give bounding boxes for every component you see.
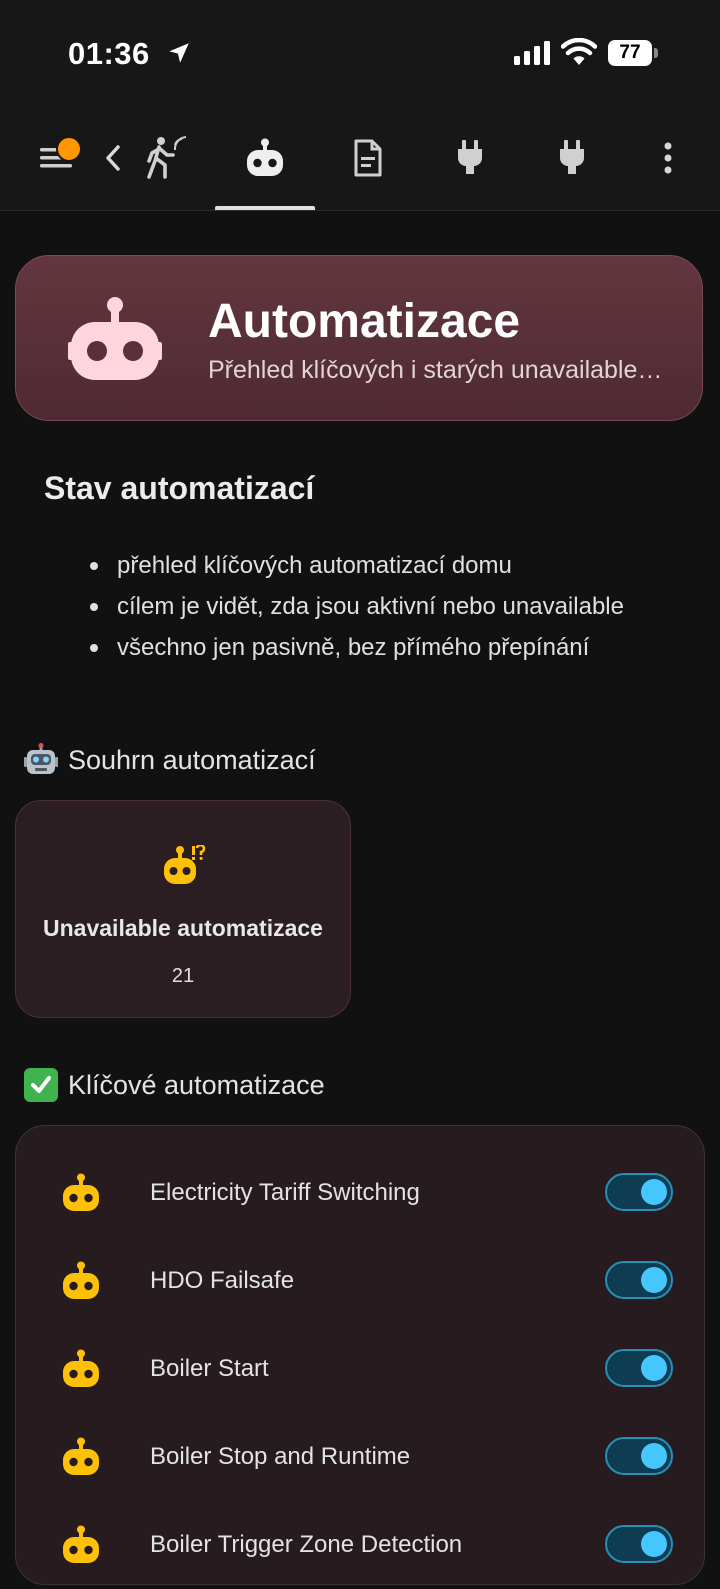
robot-icon: [63, 1525, 99, 1563]
automation-toggle[interactable]: [605, 1261, 673, 1299]
notification-badge: [56, 136, 82, 162]
robot-icon: [63, 1261, 99, 1299]
robot-icon: [63, 1437, 99, 1475]
plug-icon: [458, 139, 482, 174]
tile-name: Unavailable automatizace: [43, 915, 323, 941]
automations-entities-card: Electricity Tariff Switching HDO Failsaf…: [15, 1125, 705, 1585]
plug-icon: [560, 139, 584, 174]
automation-row[interactable]: HDO Failsafe: [16, 1237, 706, 1325]
tab-documents[interactable]: [318, 105, 418, 210]
tab-presence[interactable]: [116, 105, 216, 210]
cellular-signal-icon: [514, 41, 550, 65]
list-item: všechno jen pasivně, bez přímého přepíná…: [88, 627, 624, 668]
automation-toggle[interactable]: [605, 1525, 673, 1563]
automation-name: HDO Failsafe: [150, 1267, 295, 1294]
status-time: 01:36: [68, 36, 150, 71]
tile-value: 21: [171, 965, 195, 987]
automation-row[interactable]: Electricity Tariff Switching: [16, 1149, 706, 1237]
automation-toggle[interactable]: [605, 1437, 673, 1475]
robot-icon: [68, 297, 162, 380]
robot-icon: [63, 1173, 99, 1211]
key-automations-heading: Klíčové automatizace: [24, 1068, 325, 1102]
tab-energy-2[interactable]: [522, 105, 622, 210]
tab-automations[interactable]: [215, 105, 315, 210]
key-automations-heading-text: Klíčové automatizace: [68, 1069, 325, 1100]
summary-heading-text: Souhrn automatizací: [68, 744, 316, 775]
robot-emoji-icon: [24, 743, 58, 774]
section-title: Stav automatizací: [44, 470, 315, 506]
wifi-icon: [561, 38, 597, 65]
page-title: Automatizace: [208, 295, 521, 348]
summary-heading: Souhrn automatizací: [24, 743, 316, 777]
automation-row[interactable]: Boiler Trigger Zone Detection: [16, 1501, 706, 1589]
info-list: přehled klíčových automatizací domu cíle…: [88, 545, 624, 668]
robot-alert-icon: [164, 845, 206, 884]
status-bar: 01:36 77: [0, 0, 720, 105]
document-icon: [354, 139, 382, 176]
automation-name: Electricity Tariff Switching: [150, 1179, 420, 1206]
automation-name: Boiler Stop and Runtime: [150, 1443, 411, 1470]
list-item: cílem je vidět, zda jsou aktivní nebo un…: [88, 586, 624, 627]
automation-row[interactable]: Boiler Start: [16, 1325, 706, 1413]
person-walking-icon: [147, 135, 187, 179]
battery-level: 77: [619, 42, 641, 63]
unavailable-automations-tile[interactable]: Unavailable automatizace 21: [15, 800, 351, 1018]
check-mark-icon: [24, 1068, 58, 1102]
tab-energy-1[interactable]: [420, 105, 520, 210]
more-vertical-icon: [664, 142, 672, 173]
more-options-button[interactable]: [648, 105, 688, 210]
page-subtitle: Přehled klíčových i starých unavailable …: [208, 356, 668, 384]
top-toolbar: [0, 105, 720, 211]
automation-name: Boiler Trigger Zone Detection: [150, 1531, 463, 1558]
location-arrow-icon: [169, 43, 189, 63]
robot-icon: [247, 138, 283, 176]
automation-name: Boiler Start: [150, 1355, 269, 1382]
automation-row[interactable]: Boiler Stop and Runtime: [16, 1413, 706, 1501]
battery-indicator: 77: [608, 40, 658, 66]
automation-toggle[interactable]: [605, 1173, 673, 1211]
list-item: přehled klíčových automatizací domu: [88, 545, 624, 586]
automation-toggle[interactable]: [605, 1349, 673, 1387]
robot-icon: [63, 1349, 99, 1387]
hero-card: Automatizace Přehled klíčových i starých…: [15, 255, 703, 421]
